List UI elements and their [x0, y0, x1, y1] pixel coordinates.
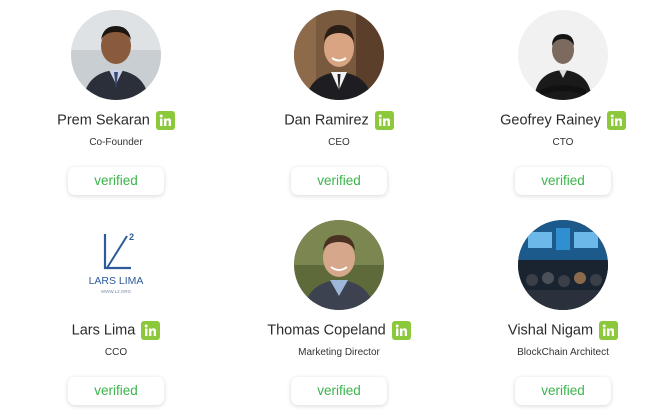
verified-button[interactable]: verified: [68, 167, 164, 195]
name-row: Geofrey Rainey: [452, 111, 665, 130]
avatar: [294, 220, 384, 310]
member-role: CEO: [328, 137, 350, 148]
name-row: Vishal Nigam: [452, 321, 665, 340]
linkedin-icon[interactable]: [606, 111, 626, 130]
member-role: CCO: [104, 347, 128, 358]
team-card-thomas-copeland: Thomas Copeland Marketing Director verif…: [228, 210, 450, 420]
team-card-vishal-nigam: Vishal Nigam BlockChain Architect verifi…: [452, 210, 665, 420]
linkedin-icon[interactable]: [141, 321, 161, 340]
member-name: Lars Lima: [71, 322, 136, 339]
name-row: Thomas Copeland: [228, 321, 450, 340]
verified-button[interactable]: verified: [515, 167, 611, 195]
avatar: [518, 10, 608, 100]
verified-button[interactable]: verified: [291, 167, 387, 195]
member-name: Vishal Nigam: [507, 322, 594, 339]
verified-button[interactable]: verified: [68, 377, 164, 405]
avatar: [71, 10, 161, 100]
member-role: CTO: [552, 137, 574, 148]
member-name: Dan Ramirez: [284, 112, 369, 129]
team-card-geofrey-rainey: Geofrey Rainey CTO verified: [452, 0, 665, 210]
linkedin-icon[interactable]: [599, 321, 619, 340]
member-role: BlockChain Architect: [517, 347, 609, 358]
member-name: Thomas Copeland: [267, 322, 386, 339]
avatar: [518, 220, 608, 310]
verified-button[interactable]: verified: [291, 377, 387, 405]
member-name: Geofrey Rainey: [500, 112, 601, 129]
member-name: Prem Sekaran: [57, 112, 150, 129]
name-row: Dan Ramirez: [228, 111, 450, 130]
team-card-lars-lima: 2 LARS LIMA WWW.L2.ORG Lars Lima CCO ver…: [5, 210, 227, 420]
svg-text:2: 2: [129, 232, 134, 242]
svg-text:LARS LIMA: LARS LIMA: [89, 275, 144, 287]
linkedin-icon[interactable]: [374, 111, 394, 130]
member-role: Co-Founder: [89, 137, 143, 148]
team-card-dan-ramirez: Dan Ramirez CEO verified: [228, 0, 450, 210]
team-card-prem-sekaran: Prem Sekaran Co-Founder verified: [5, 0, 227, 210]
linkedin-icon[interactable]: [155, 111, 175, 130]
lars-lima-logo: 2 LARS LIMA WWW.L2.ORG: [71, 220, 161, 310]
avatar: [294, 10, 384, 100]
linkedin-icon[interactable]: [391, 321, 411, 340]
verified-button[interactable]: verified: [515, 377, 611, 405]
name-row: Prem Sekaran: [5, 111, 227, 130]
member-role: Marketing Director: [298, 347, 380, 358]
svg-text:WWW.L2.ORG: WWW.L2.ORG: [101, 289, 132, 294]
name-row: Lars Lima: [5, 321, 227, 340]
team-grid: Prem Sekaran Co-Founder verified Dan Ram…: [0, 0, 665, 419]
